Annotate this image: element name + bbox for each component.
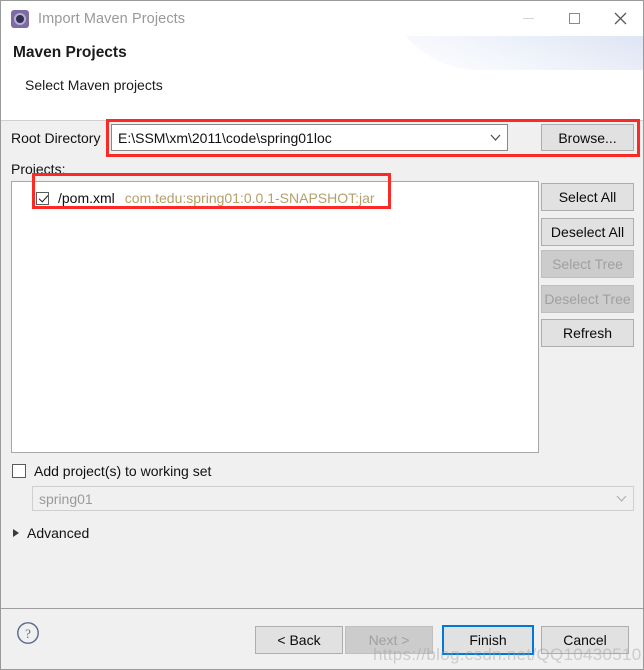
back-button[interactable]: < Back: [255, 626, 343, 654]
advanced-label: Advanced: [27, 525, 90, 541]
browse-button[interactable]: Browse...: [541, 124, 634, 151]
chevron-down-icon[interactable]: [483, 134, 507, 141]
help-icon[interactable]: ?: [16, 621, 40, 650]
root-directory-label: Root Directory: [11, 130, 101, 146]
projects-listbox[interactable]: /pom.xml com.tedu:spring01:0.0.1-SNAPSHO…: [11, 181, 539, 453]
window-title: Import Maven Projects: [38, 10, 186, 27]
title-bar: Import Maven Projects: [1, 1, 643, 36]
deselect-all-button[interactable]: Deselect All: [541, 218, 634, 246]
working-set-checkbox-row[interactable]: Add project(s) to working set: [12, 463, 211, 479]
wizard-header: Maven Projects Select Maven projects: [1, 36, 643, 121]
window-controls: [505, 1, 643, 36]
chevron-down-icon: [609, 495, 633, 502]
root-directory-value: E:\SSM\xm\2011\code\spring01loc: [118, 129, 332, 146]
select-tree-button: Select Tree: [541, 250, 634, 278]
refresh-button[interactable]: Refresh: [541, 319, 634, 347]
chevron-right-icon: [13, 529, 19, 537]
select-all-button[interactable]: Select All: [541, 183, 634, 211]
page-subtitle: Select Maven projects: [25, 77, 163, 93]
maximize-icon[interactable]: [551, 1, 597, 36]
page-title: Maven Projects: [13, 44, 127, 61]
working-set-label: Add project(s) to working set: [34, 463, 212, 479]
watermark: https://blog.csdn.net/QQ1043051018: [373, 645, 644, 664]
svg-text:?: ?: [25, 626, 31, 641]
root-directory-combo[interactable]: E:\SSM\xm\2011\code\spring01loc: [111, 124, 508, 151]
minimize-icon[interactable]: [505, 1, 551, 36]
advanced-section-toggle[interactable]: Advanced: [13, 525, 89, 541]
maven-gear-icon: [11, 9, 29, 28]
close-icon[interactable]: [597, 1, 643, 36]
project-coordinates: com.tedu:spring01:0.0.1-SNAPSHOT:jar: [124, 190, 375, 206]
deselect-tree-button: Deselect Tree: [541, 285, 634, 313]
projects-label: Projects:: [11, 161, 66, 177]
working-set-checkbox[interactable]: [12, 464, 26, 478]
list-item[interactable]: /pom.xml com.tedu:spring01:0.0.1-SNAPSHO…: [36, 188, 375, 208]
import-maven-projects-dialog: Import Maven Projects Maven Projects Sel…: [0, 0, 644, 670]
header-decoration: [383, 36, 643, 70]
project-checkbox[interactable]: [36, 191, 49, 205]
project-pom-path: /pom.xml: [58, 190, 115, 206]
working-set-value: spring01: [39, 490, 93, 507]
working-set-combo: spring01: [32, 486, 634, 511]
